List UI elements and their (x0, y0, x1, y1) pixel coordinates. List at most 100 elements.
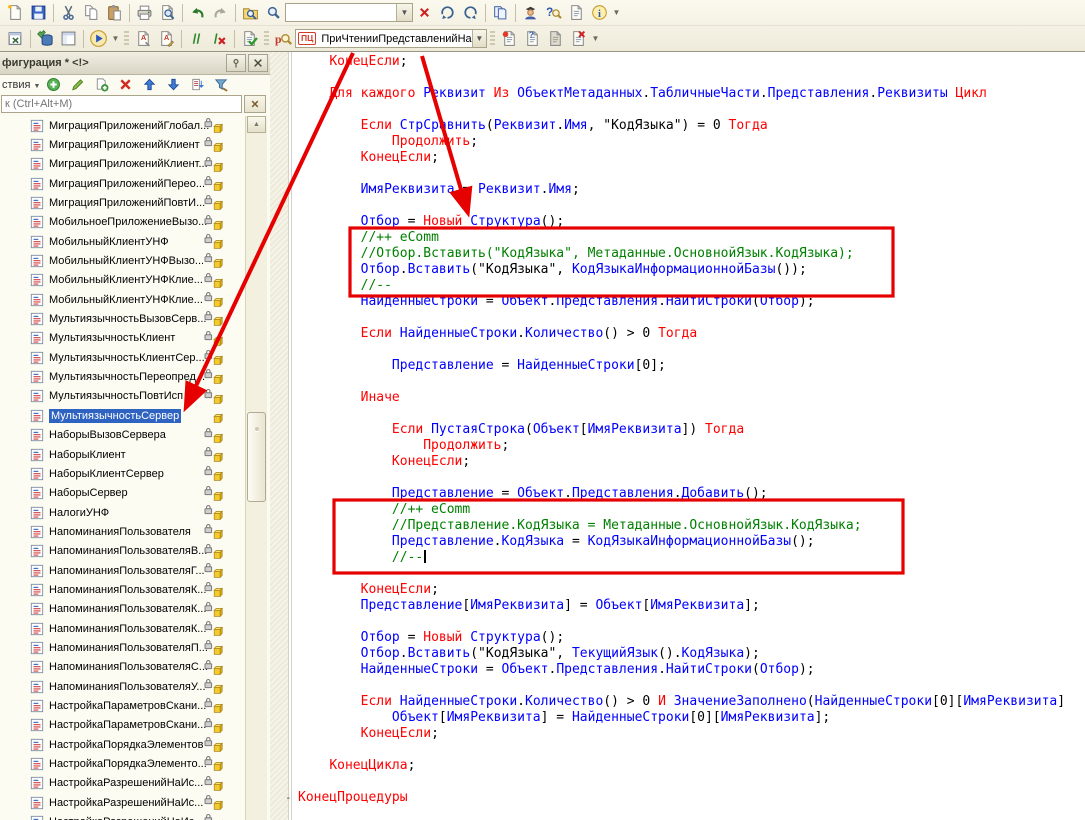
tree-item[interactable]: НапоминанияПользователяУ... (0, 677, 244, 696)
filter-button[interactable] (209, 76, 233, 94)
cut-icon[interactable] (57, 2, 80, 24)
add-comment-icon[interactable]: // (185, 28, 208, 50)
pin-button[interactable] (226, 54, 246, 72)
search-next-icon[interactable] (436, 2, 459, 24)
tree-item[interactable]: МультиязычностьКлиентСер... (0, 348, 244, 367)
tree-item-label: НапоминанияПользователяУ... (49, 681, 206, 693)
tree-item[interactable]: НапоминанияПользователяК... (0, 619, 244, 638)
object-cube-icon (213, 142, 224, 153)
syntax-check-icon[interactable] (238, 28, 261, 50)
tree-item[interactable]: НаборыВызовСервера (0, 426, 244, 445)
tree-item[interactable]: МиграцияПриложенийГлобал... (0, 116, 244, 135)
dropdown-caret-icon[interactable]: ▼ (110, 28, 121, 50)
tree-item[interactable]: МиграцияПриложенийПерео... (0, 174, 244, 193)
template-a-icon[interactable]: А (132, 28, 155, 50)
editor-gutter (270, 52, 289, 820)
form-editor-icon[interactable] (57, 28, 80, 50)
update-database-icon[interactable] (34, 28, 57, 50)
undo-icon[interactable] (186, 2, 209, 24)
code-area[interactable]: КонецЕсли; Для каждого Реквизит Из Объек… (298, 54, 1085, 806)
search-prev-icon[interactable] (459, 2, 482, 24)
template-b-icon[interactable]: А (155, 28, 178, 50)
tree-item[interactable]: НапоминанияПользователя (0, 522, 244, 541)
tree-item[interactable]: МультиязычностьКлиент (0, 329, 244, 348)
zoom-magnifier-icon[interactable] (262, 2, 285, 24)
scroll-thumb[interactable] (247, 412, 266, 502)
procedures-search-icon[interactable]: p (272, 28, 295, 50)
tree-item[interactable]: МультиязычностьПовтИсп (0, 387, 244, 406)
search-combobox[interactable]: ▼ (285, 3, 413, 22)
tree-item[interactable]: МобильныйКлиентУНФВызо... (0, 251, 244, 270)
tree-item[interactable]: НапоминанияПользователяВ... (0, 542, 244, 561)
tree-item[interactable]: НапоминанияПользователяГ... (0, 561, 244, 580)
module-code-editor[interactable]: КонецЕсли; Для каждого Реквизит Из Объек… (270, 52, 1085, 820)
find-in-files-icon[interactable] (239, 2, 262, 24)
tree-item[interactable]: НастройкаПараметровСкани... (0, 696, 244, 715)
topic-doc-icon[interactable] (565, 2, 588, 24)
new-document-icon[interactable] (4, 2, 27, 24)
move-up-button[interactable] (137, 76, 161, 94)
tree-item[interactable]: НастройкаРазрешенийНаИс... (0, 812, 244, 820)
panel-titlebar: фигурация * <!> (0, 52, 270, 75)
edit-button[interactable] (65, 76, 89, 94)
tree-item[interactable]: МобильныйКлиентУНФКлие... (0, 290, 244, 309)
panel-title: фигурация * <!> (2, 57, 224, 69)
close-panel-button[interactable] (248, 54, 268, 72)
move-down-button[interactable] (161, 76, 185, 94)
clear-search-icon[interactable] (413, 2, 436, 24)
tree-item[interactable]: МобильныйКлиентУНФ (0, 232, 244, 251)
tree-item[interactable]: НапоминанияПользователяП... (0, 638, 244, 657)
tree-item[interactable]: МультиязычностьПереопред... (0, 367, 244, 386)
tree-item[interactable]: МиграцияПриложенийКлиент... (0, 155, 244, 174)
help-search-icon[interactable]: ? (542, 2, 565, 24)
reorder-button[interactable] (185, 76, 209, 94)
tree-item[interactable]: МобильныйКлиентУНФКлие... (0, 271, 244, 290)
redo-icon[interactable] (209, 2, 232, 24)
save-icon[interactable] (27, 2, 50, 24)
question-doc-icon[interactable]: ? (521, 28, 544, 50)
tree-item[interactable]: НапоминанияПользователяС... (0, 658, 244, 677)
bookmark-doc-icon[interactable] (498, 28, 521, 50)
update-window-icon[interactable] (4, 28, 27, 50)
tree-item[interactable]: НастройкаРазрешенийНаИс... (0, 774, 244, 793)
delete-button[interactable] (113, 76, 137, 94)
delete-doc-icon[interactable] (567, 28, 590, 50)
procedure-combobox[interactable]: ПЦПриЧтенииПредставленийНаСе▼ (295, 29, 487, 48)
print-icon[interactable] (133, 2, 156, 24)
syntax-assistant-icon[interactable] (519, 2, 542, 24)
clear-tree-search-button[interactable] (244, 95, 266, 113)
tree-item[interactable]: МиграцияПриложенийКлиент (0, 135, 244, 154)
tree-item[interactable]: МобильноеПриложениеВызо... (0, 213, 244, 232)
tree-item[interactable]: НастройкаПорядкаЭлементов (0, 735, 244, 754)
tree-item[interactable]: НастройкаПорядкаЭлементо... (0, 754, 244, 773)
tree-item[interactable]: МультиязычностьВызовСерв... (0, 309, 244, 328)
tree-item-selected[interactable]: МультиязычностьСервер (0, 406, 244, 425)
dropdown-caret-icon[interactable]: ▼ (611, 2, 622, 24)
copy-pages-icon[interactable] (489, 2, 512, 24)
copy-icon[interactable] (80, 2, 103, 24)
tree-item[interactable]: НапоминанияПользователяК... (0, 600, 244, 619)
paste-icon[interactable] (103, 2, 126, 24)
tree-scrollbar[interactable]: ▲ (245, 116, 267, 820)
grey-doc-icon[interactable] (544, 28, 567, 50)
copy-add-button[interactable] (89, 76, 113, 94)
print-preview-icon[interactable] (156, 2, 179, 24)
tree-item[interactable]: НастройкаРазрешенийНаИс... (0, 793, 244, 812)
actions-menu[interactable]: ствия ▼ (2, 79, 40, 91)
dropdown-caret-icon[interactable]: ▼ (590, 28, 601, 50)
tree-item[interactable]: НаборыКлиент (0, 445, 244, 464)
tree-item[interactable]: МиграцияПриложенийПовтИ... (0, 193, 244, 212)
toolbar-separator (485, 4, 486, 22)
add-button[interactable] (41, 76, 65, 94)
tree-item[interactable]: НаборыСервер (0, 484, 244, 503)
tree-item[interactable]: НалогиУНФ (0, 503, 244, 522)
fold-collapse-marker[interactable]: - (285, 790, 292, 806)
run-client-icon[interactable] (87, 28, 110, 50)
tree-item[interactable]: НапоминанияПользователяК... (0, 580, 244, 599)
info-icon[interactable]: i (588, 2, 611, 24)
tree-item[interactable]: НастройкаПараметровСкани... (0, 716, 244, 735)
remove-comment-icon[interactable]: / (208, 28, 231, 50)
tree-item[interactable]: НаборыКлиентСервер (0, 464, 244, 483)
tree-search-input[interactable] (1, 95, 242, 113)
scroll-up-button[interactable]: ▲ (247, 116, 266, 133)
